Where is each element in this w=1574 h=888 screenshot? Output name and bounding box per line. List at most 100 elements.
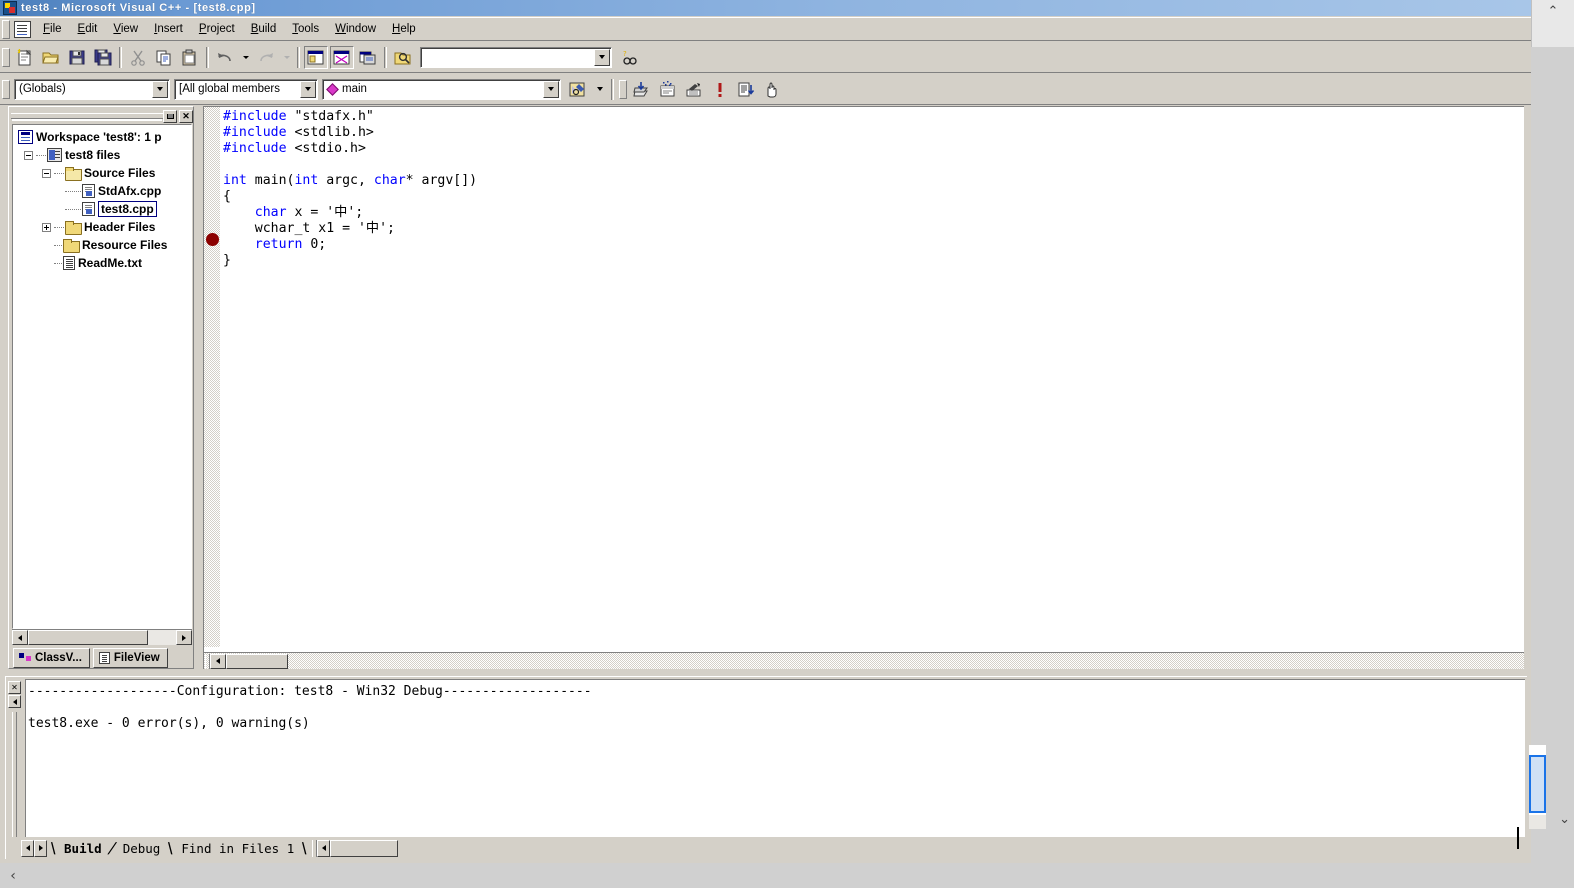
arrow-right-icon: [182, 634, 186, 641]
menu-item-project[interactable]: Project: [191, 21, 243, 37]
insert-breakpoint-icon[interactable]: [760, 78, 784, 101]
undo-arrow-glyph: [218, 52, 231, 61]
workspace-tabs: ClassV... FileView: [13, 646, 171, 668]
collapse-expander-icon[interactable]: [42, 168, 51, 178]
editor-code[interactable]: #include "stdafx.h" #include <stdlib.h> …: [223, 109, 1524, 645]
close-icon: ✕: [11, 682, 18, 692]
tabs-scroll-right-button[interactable]: [34, 839, 47, 857]
overlay-vertical-scroll-thumb[interactable]: [1529, 755, 1546, 813]
breakpoint-marker-icon[interactable]: [206, 233, 219, 246]
undo-dropdown-button[interactable]: [239, 46, 252, 69]
scroll-up-button[interactable]: [8, 695, 21, 708]
expand-expander-icon[interactable]: [42, 222, 51, 232]
toolbar-drag-grip[interactable]: [2, 47, 10, 67]
members-combo-value: [All global members: [179, 83, 280, 95]
output-side-bar: ✕: [6, 677, 23, 837]
menu-item-build[interactable]: Build: [243, 21, 285, 37]
find-combo-arrow[interactable]: [594, 48, 610, 66]
save-icon[interactable]: [65, 46, 89, 69]
wizardbar-drag-grip[interactable]: [2, 79, 10, 99]
workspace-window-icon[interactable]: [304, 45, 328, 69]
close-output-button[interactable]: ✕: [8, 681, 21, 694]
output-window-icon[interactable]: [330, 45, 354, 69]
symbol-combo-arrow[interactable]: [543, 80, 559, 98]
output-tab-debug[interactable]: Debug: [117, 841, 167, 856]
go-icon[interactable]: [734, 78, 758, 101]
compile-icon[interactable]: [630, 78, 654, 101]
output-hscroll-left-button[interactable]: [317, 839, 331, 857]
members-combo-arrow[interactable]: [300, 80, 316, 98]
collapse-expander-icon[interactable]: [24, 150, 33, 160]
scope-combo-arrow[interactable]: [152, 80, 168, 98]
toolbar-separator: [611, 78, 614, 100]
members-combo[interactable]: [All global members: [174, 78, 318, 100]
scroll-left-chevron-icon[interactable]: ‹: [0, 863, 26, 888]
editor-gutter[interactable]: [204, 107, 220, 647]
build-toolbar-drag-grip[interactable]: [619, 79, 627, 99]
workspace-horizontal-scrollbar[interactable]: [12, 629, 192, 645]
menu-item-window[interactable]: Window: [327, 21, 384, 37]
new-text-file-icon[interactable]: [13, 46, 37, 69]
tab-fileview[interactable]: FileView: [92, 648, 168, 668]
output-tab-build[interactable]: Build: [58, 841, 108, 856]
overlay-horizontal-scrollbar[interactable]: ‹: [0, 863, 1574, 888]
scrollbar-thumb[interactable]: [28, 630, 148, 645]
symbol-combo[interactable]: main: [322, 78, 561, 100]
menu-item-edit[interactable]: Edit: [70, 21, 106, 37]
menu-item-help[interactable]: Help: [384, 21, 424, 37]
tree-item-test8-cpp[interactable]: test8.cpp: [13, 200, 191, 218]
scope-combo[interactable]: (Globals): [14, 78, 170, 100]
tab-classview[interactable]: ClassV...: [13, 648, 90, 668]
wizardbar-action-icon[interactable]: [566, 78, 590, 101]
scroll-down-chevron-icon[interactable]: ⌄: [1559, 812, 1570, 827]
document-icon[interactable]: [14, 20, 31, 38]
cut-icon[interactable]: [126, 46, 150, 69]
tree-item-resource-files[interactable]: Resource Files: [13, 236, 191, 254]
tree-item-source-files[interactable]: Source Files: [13, 164, 191, 182]
find-combo[interactable]: [420, 46, 612, 68]
wizardbar-dropdown-button[interactable]: [592, 78, 607, 101]
tree-item-label: Workspace 'test8': 1 p: [36, 130, 162, 144]
workspace-tree[interactable]: Workspace 'test8': 1 p test8 files Sourc…: [12, 124, 192, 629]
menu-drag-grip[interactable]: [2, 19, 10, 39]
build-icon[interactable]: [656, 78, 680, 101]
tree-item-stdafx-cpp[interactable]: StdAfx.cpp: [13, 182, 191, 200]
window-list-icon[interactable]: [356, 46, 380, 69]
scroll-left-button[interactable]: [12, 630, 28, 645]
find-help-icon[interactable]: ?: [618, 46, 642, 69]
scroll-left-button[interactable]: [210, 653, 226, 669]
tree-item-project[interactable]: test8 files: [13, 146, 191, 164]
output-text[interactable]: -------------------Configuration: test8 …: [25, 679, 1525, 837]
visual-cpp-icon: [3, 1, 17, 15]
save-all-icon[interactable]: [91, 46, 115, 69]
open-icon[interactable]: [39, 46, 63, 69]
paste-icon[interactable]: [178, 46, 202, 69]
tree-item-header-files[interactable]: Header Files: [13, 218, 191, 236]
output-tab-find-in-files-1[interactable]: Find in Files 1: [175, 841, 300, 856]
redo-icon[interactable]: [254, 46, 278, 69]
menu-item-insert[interactable]: Insert: [146, 21, 191, 37]
menu-item-view[interactable]: View: [105, 21, 146, 37]
menu-item-file[interactable]: FFileile: [35, 21, 70, 37]
tree-item-workspace[interactable]: Workspace 'test8': 1 p: [13, 128, 191, 146]
stop-build-icon[interactable]: [682, 78, 706, 101]
scrollbar-thumb[interactable]: [226, 653, 288, 669]
code-editor[interactable]: #include "stdafx.h" #include <stdlib.h> …: [203, 106, 1524, 669]
tree-connector: [54, 262, 62, 264]
tabs-scroll-left-button[interactable]: [21, 839, 34, 857]
output-hscroll-thumb[interactable]: [330, 839, 399, 857]
redo-dropdown-button[interactable]: [280, 46, 293, 69]
copy-icon[interactable]: [152, 46, 176, 69]
editor-horizontal-scrollbar[interactable]: [204, 652, 1524, 669]
overlay-horizontal-track[interactable]: [26, 863, 1574, 888]
output-drag-grip[interactable]: [12, 712, 17, 837]
execute-program-icon[interactable]: [708, 78, 732, 101]
workspace-minimize-button[interactable]: [163, 109, 177, 123]
undo-icon[interactable]: [213, 46, 237, 69]
menu-item-tools[interactable]: Tools: [284, 21, 327, 37]
find-in-files-icon[interactable]: [391, 46, 415, 69]
tree-item-readme-txt[interactable]: ReadMe.txt: [13, 254, 191, 272]
workspace-close-button[interactable]: ✕: [179, 109, 193, 123]
window-collapse-button[interactable]: ⌃: [1531, 0, 1574, 47]
scroll-right-button[interactable]: [176, 630, 192, 645]
